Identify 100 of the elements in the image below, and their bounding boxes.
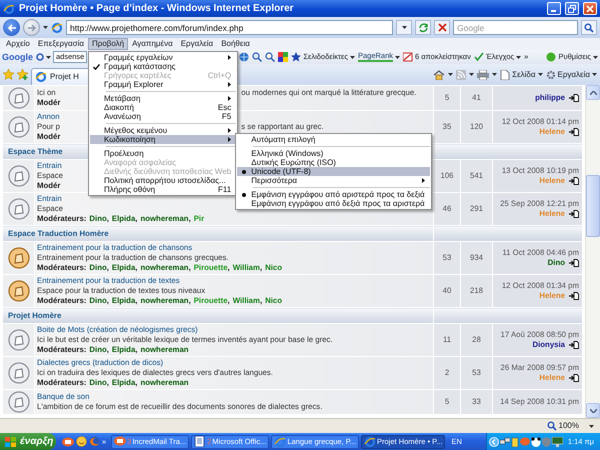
- menu-item[interactable]: Εμφάνιση εγγράφου από αριστερά προς τα δεξιά: [237, 190, 430, 199]
- menu-item[interactable]: Γραμμές εργαλείων: [90, 53, 236, 62]
- back-arrow-icon: [6, 24, 16, 32]
- restore-button[interactable]: [565, 2, 579, 15]
- home-icon[interactable]: [433, 70, 446, 80]
- caret-icon: [538, 73, 543, 76]
- globe-icon[interactable]: [239, 52, 250, 62]
- scroll-up-button[interactable]: [586, 85, 600, 100]
- menu-item[interactable]: Αυτόματη επιλογή: [237, 135, 430, 144]
- forward-arrow-icon: [26, 24, 36, 32]
- search-icon: [584, 22, 594, 32]
- menu-item[interactable]: Πλήρης οθόνη F11: [90, 185, 236, 194]
- stop-button[interactable]: [434, 20, 450, 35]
- menu-item[interactable]: Μέγεθος κειμένου: [90, 126, 236, 135]
- submenu-arrow-icon: [228, 82, 232, 87]
- circle-icon: [546, 52, 556, 62]
- menu-item[interactable]: Βοήθεια: [217, 38, 254, 50]
- magnifier-icon[interactable]: [252, 52, 262, 62]
- menu-item[interactable]: Πολιτική απορρήτου ιστοσελίδας...: [90, 176, 236, 185]
- print-icon[interactable]: [477, 70, 490, 80]
- windows-flag-icon: [5, 436, 16, 446]
- menu-item[interactable]: Προέλευση: [90, 149, 236, 158]
- scrollbar-thumb[interactable]: [586, 175, 600, 237]
- favorites-star-icon[interactable]: [3, 69, 14, 80]
- menu-item[interactable]: Αγαπημένα: [128, 38, 177, 50]
- battery-icon[interactable]: [510, 436, 519, 446]
- last-post-icon[interactable]: [569, 94, 579, 102]
- last-post-icon[interactable]: [569, 259, 579, 267]
- last-post-icon[interactable]: [569, 341, 579, 349]
- menu-item[interactable]: Μετάβαση: [90, 94, 236, 103]
- menu-item[interactable]: Ανανέωση F5: [90, 112, 236, 121]
- address-field[interactable]: http://www.projethomere.com/forum/index.php: [66, 20, 393, 35]
- caret-icon: [469, 73, 474, 76]
- mail-icon: [114, 436, 126, 447]
- check-icon: [93, 64, 100, 70]
- page-menu-button[interactable]: Σελίδα: [500, 70, 543, 80]
- caret-icon: [592, 73, 597, 76]
- refresh-icon: [418, 22, 428, 33]
- minimize-button[interactable]: [547, 2, 561, 15]
- start-button[interactable]: έναρξη: [0, 433, 56, 450]
- menu-item[interactable]: Επεξεργασία: [34, 38, 88, 50]
- menu-item[interactable]: Γραμμή Explorer: [90, 80, 236, 89]
- caret-icon: [46, 56, 51, 58]
- last-post-icon[interactable]: [569, 128, 579, 136]
- magnifier-icon[interactable]: [265, 52, 276, 62]
- last-post-icon[interactable]: [569, 177, 579, 185]
- menu-item[interactable]: Εμφάνιση εγγράφου από δεξιά προς τα αριστερά: [237, 199, 430, 208]
- document-icon: [194, 436, 206, 447]
- menu-item[interactable]: Κωδικοποίηση: [90, 135, 236, 144]
- zoom-button[interactable]: 100%: [546, 421, 594, 431]
- caret-icon[interactable]: [43, 26, 48, 29]
- tools-menu-button[interactable]: Εργαλεία: [546, 70, 597, 80]
- menu-item[interactable]: Γραμμή κατάστασης: [90, 62, 236, 71]
- menu-item[interactable]: Unicode (UTF-8): [237, 167, 430, 176]
- menu-item[interactable]: Περισσότερα: [237, 176, 430, 185]
- squares-icon[interactable]: [278, 52, 288, 62]
- last-post-icon[interactable]: [569, 292, 579, 300]
- caret-icon: [395, 56, 400, 58]
- google-logo: Google: [2, 52, 33, 62]
- network-icon[interactable]: [500, 436, 510, 446]
- magnifier-icon: [546, 421, 557, 431]
- dropdown-button[interactable]: [396, 20, 412, 35]
- blocked-window-icon: [403, 52, 413, 62]
- close-button[interactable]: [583, 2, 597, 15]
- caret-icon: [350, 56, 355, 58]
- submenu-arrow-icon: [422, 178, 425, 183]
- caret-icon: [516, 56, 522, 58]
- menu-item[interactable]: Ελληνικά (Windows): [237, 149, 430, 158]
- menu-item[interactable]: Δυτικής Ευρώπης (ISO): [237, 158, 430, 167]
- mail-icon[interactable]: [62, 436, 74, 446]
- browser-icon: [364, 436, 376, 447]
- window-title: Projet Homère • Page d’index - Windows Internet Explorer: [19, 2, 295, 14]
- menu-item[interactable]: Εργαλεία: [176, 38, 218, 50]
- restore-icon: [568, 4, 576, 12]
- star-icon: [291, 52, 302, 62]
- bullet-icon: [242, 170, 246, 174]
- last-post-icon[interactable]: [569, 210, 579, 218]
- search-field[interactable]: Google: [453, 20, 578, 35]
- page-icon: [500, 70, 510, 80]
- caret-icon: [589, 424, 594, 428]
- scrollbar[interactable]: [585, 85, 600, 418]
- menu-item[interactable]: Διακοπή Esc: [90, 103, 236, 112]
- monitor-icon[interactable]: [552, 436, 563, 446]
- check-icon: [474, 52, 484, 62]
- submenu-arrow-icon: [228, 55, 232, 60]
- gear-icon: [546, 70, 556, 80]
- panda-icon[interactable]: [530, 436, 541, 446]
- back-button[interactable]: [3, 19, 20, 36]
- browser-icon: [51, 22, 63, 34]
- caret-icon: [448, 73, 454, 76]
- add-favorite-icon[interactable]: [17, 69, 28, 80]
- menu-item[interactable]: Αρχείο: [2, 38, 34, 50]
- search-button[interactable]: [581, 20, 597, 35]
- last-post-icon[interactable]: [569, 374, 579, 382]
- ring-icon[interactable]: [36, 53, 44, 61]
- menu-item[interactable]: Προβολή: [88, 38, 128, 50]
- caret-icon: [593, 56, 598, 58]
- smiley-icon[interactable]: [76, 436, 87, 447]
- caret-icon: [492, 73, 498, 76]
- scroll-down-button[interactable]: [586, 403, 600, 418]
